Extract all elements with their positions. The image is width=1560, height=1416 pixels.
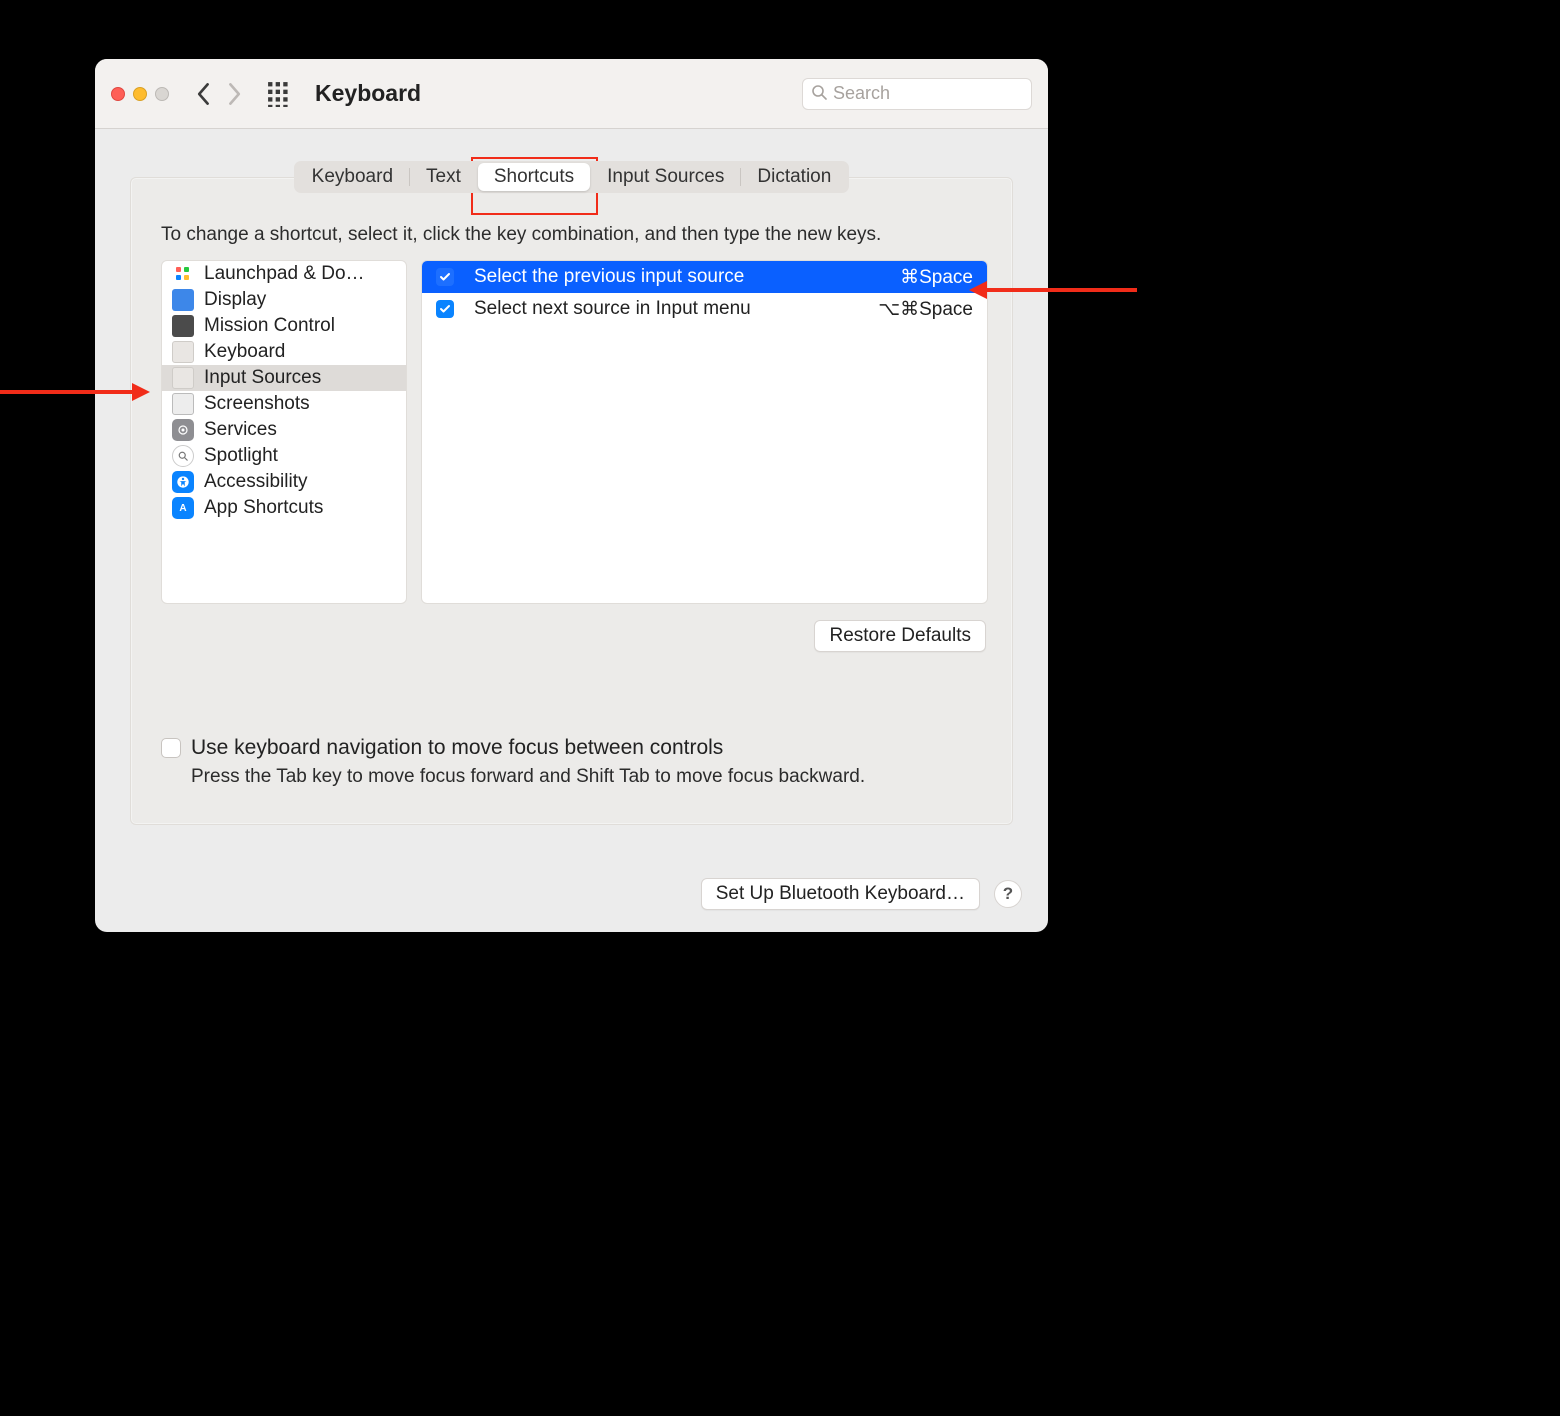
- kbnav-description: Press the Tab key to move focus forward …: [191, 766, 988, 788]
- tab-input-sources[interactable]: Input Sources: [591, 163, 740, 191]
- zoom-icon[interactable]: [155, 87, 169, 101]
- tab-shortcuts[interactable]: Shortcuts: [478, 163, 590, 191]
- tabs: Keyboard Text Shortcuts Input Sources Di…: [121, 161, 1022, 193]
- sidebar-item-launchpad[interactable]: Launchpad & Do…: [162, 261, 406, 287]
- shortcut-keys[interactable]: ⌘Space: [900, 266, 973, 289]
- nav-arrows: [195, 82, 243, 106]
- tab-text[interactable]: Text: [410, 163, 477, 191]
- page-title: Keyboard: [315, 80, 421, 107]
- keyboard-icon: [172, 367, 194, 389]
- tab-keyboard[interactable]: Keyboard: [296, 163, 409, 191]
- sidebar-item-mission-control[interactable]: Mission Control: [162, 313, 406, 339]
- category-list[interactable]: Launchpad & Do… Display Mission Control …: [161, 260, 407, 604]
- search-icon: [811, 82, 827, 106]
- close-icon[interactable]: [111, 87, 125, 101]
- forward-button[interactable]: [225, 82, 243, 106]
- sidebar-item-label: Accessibility: [204, 471, 307, 493]
- window-controls: [111, 87, 169, 101]
- sidebar-item-label: Input Sources: [204, 367, 321, 389]
- sidebar-item-label: Display: [204, 289, 266, 311]
- shortcut-label: Select the previous input source: [474, 266, 880, 288]
- spotlight-icon: [172, 445, 194, 467]
- preferences-window: Keyboard Keyboard Text Shortcuts Input S…: [95, 59, 1048, 932]
- shortcut-list[interactable]: Select the previous input source ⌘Space …: [421, 260, 988, 604]
- sidebar-item-label: Services: [204, 419, 277, 441]
- keyboard-icon: [172, 341, 194, 363]
- app-shortcuts-icon: A: [172, 497, 194, 519]
- toolbar: Keyboard: [95, 59, 1048, 129]
- footer: Set Up Bluetooth Keyboard… ?: [95, 862, 1048, 932]
- show-all-button[interactable]: [267, 81, 293, 107]
- sidebar-item-label: Screenshots: [204, 393, 310, 415]
- svg-text:A: A: [179, 503, 186, 514]
- sidebar-item-display[interactable]: Display: [162, 287, 406, 313]
- kbnav-label: Use keyboard navigation to move focus be…: [191, 736, 723, 760]
- instruction-text: To change a shortcut, select it, click t…: [161, 224, 988, 246]
- sidebar-item-label: Spotlight: [204, 445, 278, 467]
- minimize-icon[interactable]: [133, 87, 147, 101]
- shortcuts-panel: To change a shortcut, select it, click t…: [130, 177, 1013, 825]
- search-field[interactable]: [802, 78, 1032, 110]
- sidebar-item-keyboard[interactable]: Keyboard: [162, 339, 406, 365]
- services-icon: [172, 419, 194, 441]
- help-button[interactable]: ?: [994, 880, 1022, 908]
- sidebar-item-label: App Shortcuts: [204, 497, 323, 519]
- body: Keyboard Text Shortcuts Input Sources Di…: [95, 129, 1048, 862]
- sidebar-item-spotlight[interactable]: Spotlight: [162, 443, 406, 469]
- sidebar-item-label: Launchpad & Do…: [204, 263, 365, 285]
- sidebar-item-services[interactable]: Services: [162, 417, 406, 443]
- shortcut-row[interactable]: Select next source in Input menu ⌥⌘Space: [422, 293, 987, 325]
- sidebar-item-accessibility[interactable]: Accessibility: [162, 469, 406, 495]
- sidebar-item-label: Mission Control: [204, 315, 335, 337]
- screenshots-icon: [172, 393, 194, 415]
- kbnav-checkbox[interactable]: [161, 738, 181, 758]
- sidebar-item-label: Keyboard: [204, 341, 285, 363]
- sidebar-item-screenshots[interactable]: Screenshots: [162, 391, 406, 417]
- shortcut-row[interactable]: Select the previous input source ⌘Space: [422, 261, 987, 293]
- tab-dictation[interactable]: Dictation: [741, 163, 847, 191]
- accessibility-icon: [172, 471, 194, 493]
- search-input[interactable]: [833, 83, 1023, 104]
- sidebar-item-input-sources[interactable]: Input Sources: [162, 365, 406, 391]
- back-button[interactable]: [195, 82, 213, 106]
- shortcut-label: Select next source in Input menu: [474, 298, 858, 320]
- sidebar-item-app-shortcuts[interactable]: A App Shortcuts: [162, 495, 406, 521]
- launchpad-icon: [172, 263, 194, 285]
- mission-control-icon: [172, 315, 194, 337]
- shortcut-keys[interactable]: ⌥⌘Space: [878, 298, 973, 321]
- restore-defaults-button[interactable]: Restore Defaults: [814, 620, 986, 652]
- setup-bluetooth-button[interactable]: Set Up Bluetooth Keyboard…: [701, 878, 980, 910]
- checkbox[interactable]: [436, 300, 454, 318]
- display-icon: [172, 289, 194, 311]
- checkbox[interactable]: [436, 268, 454, 286]
